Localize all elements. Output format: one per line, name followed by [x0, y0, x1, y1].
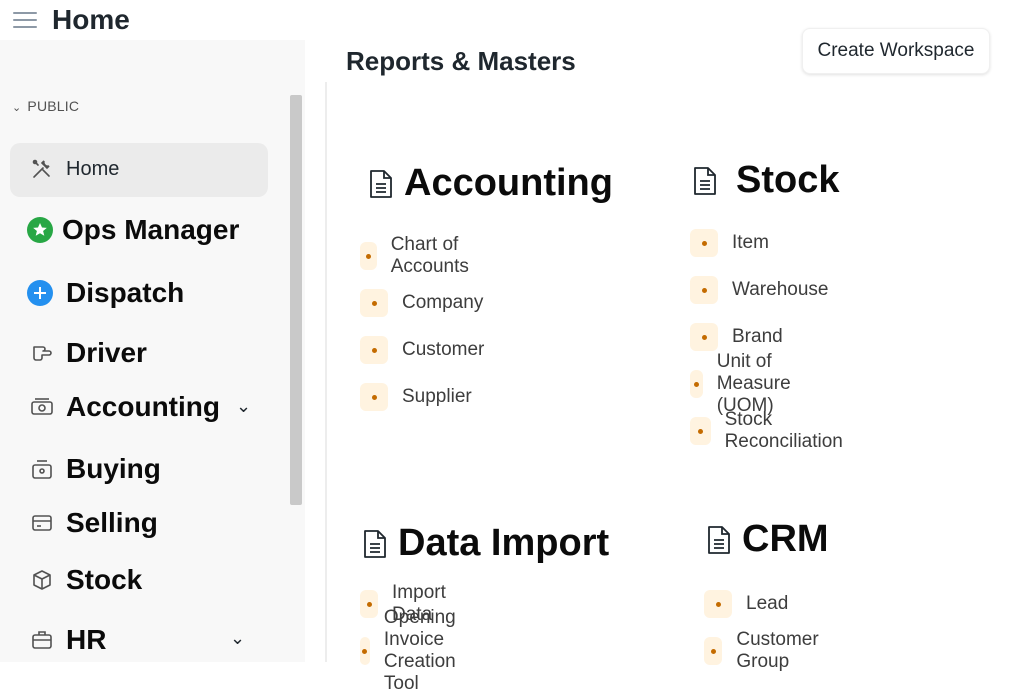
sidebar-scrollbar[interactable] — [290, 95, 302, 505]
bullet-icon — [360, 289, 388, 317]
bullet-icon — [360, 590, 379, 618]
card-stock: Stock — [692, 159, 839, 202]
hamburger-icon[interactable] — [13, 12, 37, 30]
card-header: Accounting — [368, 162, 613, 205]
document-icon — [364, 529, 386, 558]
chevron-down-icon[interactable]: ⌄ — [236, 396, 251, 417]
card-title: CRM — [742, 518, 829, 560]
sidebar-item-hr[interactable]: HR — [28, 624, 106, 656]
bullet-icon — [704, 590, 732, 618]
link-lead[interactable]: Lead — [704, 589, 788, 619]
briefcase-icon — [28, 626, 56, 654]
sidebar-item-ops-manager[interactable]: Ops Manager — [26, 214, 239, 246]
tools-icon — [28, 155, 56, 183]
bullet-icon — [690, 323, 718, 351]
card-title: Stock — [736, 159, 840, 201]
bullet-icon — [360, 637, 370, 665]
money-icon — [28, 393, 56, 421]
page-title: Home — [52, 4, 130, 35]
bullet-icon — [360, 242, 377, 270]
create-workspace-button[interactable]: Create Workspace — [802, 28, 990, 74]
card-icon — [28, 509, 56, 537]
document-icon — [694, 166, 716, 195]
card-crm: CRM — [706, 518, 829, 561]
card-title: Data Import — [398, 522, 610, 564]
link-brand[interactable]: Brand — [690, 322, 783, 352]
link-chart-of-accounts[interactable]: Chart of Accounts — [360, 234, 480, 277]
bullet-icon — [360, 336, 388, 364]
link-supplier[interactable]: Supplier — [360, 382, 472, 412]
bullet-icon — [704, 637, 723, 665]
top-bar: Home — [0, 0, 330, 40]
sidebar-item-stock[interactable]: Stock — [28, 564, 142, 596]
chevron-down-icon[interactable]: ⌄ — [230, 628, 245, 649]
bullet-icon — [690, 276, 718, 304]
box-icon — [28, 566, 56, 594]
hand-pointer-icon — [28, 339, 56, 367]
bullet-icon — [690, 229, 718, 257]
link-warehouse[interactable]: Warehouse — [690, 275, 828, 305]
bullet-icon — [690, 370, 703, 398]
sidebar-item-driver[interactable]: Driver — [28, 337, 147, 369]
chevron-down-icon: ⌄ — [12, 102, 22, 114]
link-unit-of-measure[interactable]: Unit of Measure (UOM) — [690, 351, 806, 416]
plus-circle-icon — [26, 279, 54, 307]
card-data-import: Data Import — [362, 522, 609, 565]
section-heading: Reports & Masters — [333, 36, 603, 84]
sidebar-item-home[interactable]: Home — [28, 155, 119, 183]
document-icon — [708, 525, 730, 554]
link-customer[interactable]: Customer — [360, 335, 484, 365]
sidebar-item-accounting[interactable]: Accounting — [28, 391, 220, 423]
link-item[interactable]: Item — [690, 228, 769, 258]
card-header: CRM — [706, 518, 829, 561]
divider — [325, 82, 327, 662]
bullet-icon — [690, 417, 711, 445]
link-stock-reconciliation[interactable]: Stock Reconciliation — [690, 409, 850, 452]
card-header: Data Import — [362, 522, 609, 565]
sidebar-item-dispatch[interactable]: Dispatch — [26, 277, 184, 309]
bullet-icon — [360, 383, 388, 411]
sidebar-item-selling[interactable]: Selling — [28, 507, 158, 539]
bag-icon — [28, 455, 56, 483]
card-header: Stock — [692, 159, 839, 202]
link-company[interactable]: Company — [360, 288, 483, 318]
card-accounting: Accounting — [368, 162, 613, 205]
document-icon — [370, 169, 392, 198]
card-title: Accounting — [404, 162, 613, 204]
sidebar-section-public[interactable]: ⌄ PUBLIC — [12, 98, 79, 114]
sidebar-item-buying[interactable]: Buying — [28, 453, 161, 485]
star-badge-icon — [26, 216, 54, 244]
